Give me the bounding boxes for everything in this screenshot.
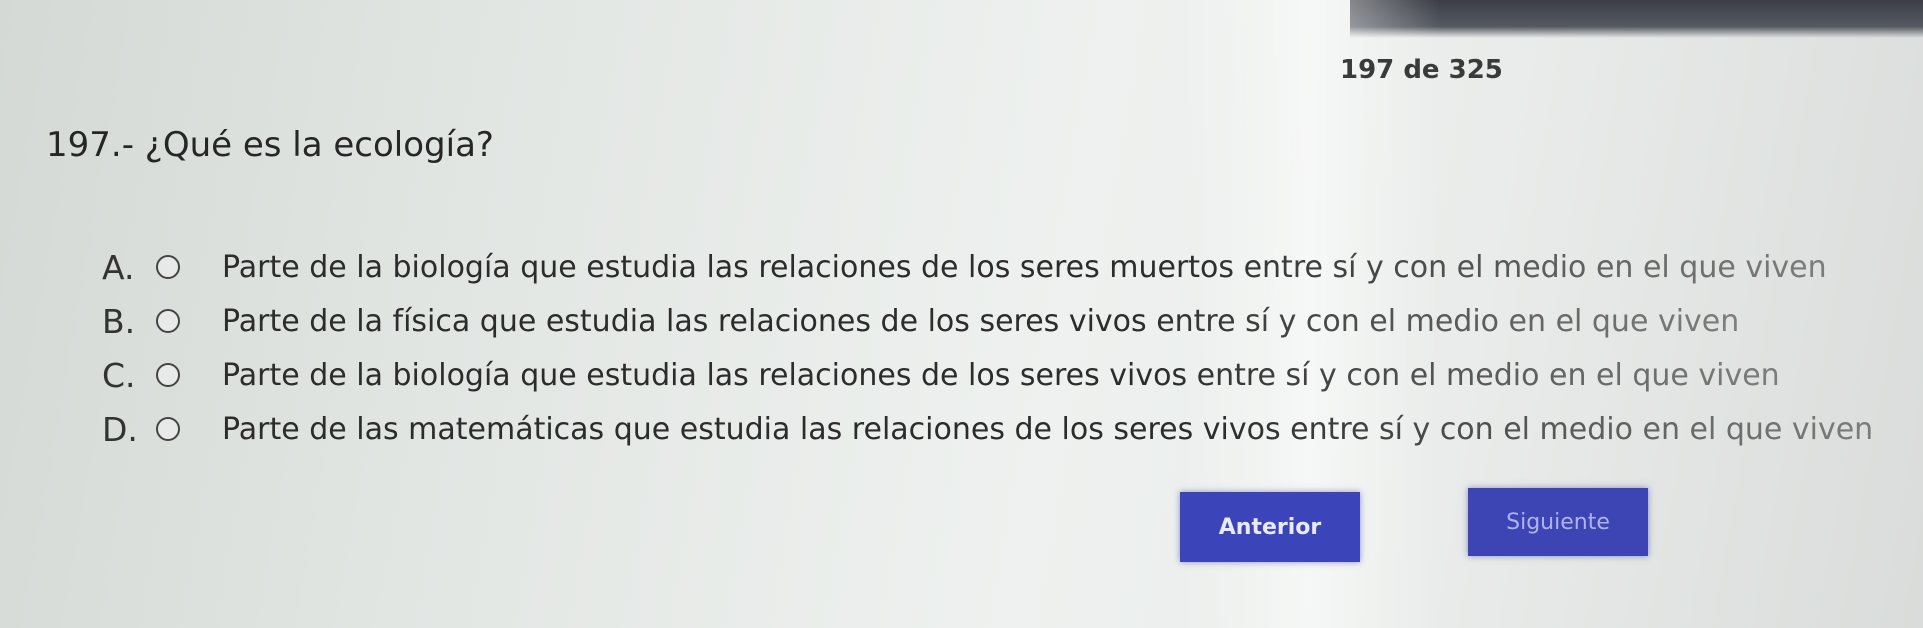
option-text: Parte de la biología que estudia las rel… (222, 249, 1827, 285)
option-text: Parte de las matemáticas que estudia las… (222, 411, 1874, 447)
option-letter: A. (102, 247, 135, 287)
option-b[interactable]: B. Parte de la física que estudia las re… (102, 294, 1923, 348)
option-letter: C. (102, 355, 136, 395)
next-button[interactable]: Siguiente (1468, 488, 1648, 556)
option-a[interactable]: A. Parte de la biología que estudia las … (102, 240, 1923, 294)
radio-button[interactable] (156, 309, 180, 333)
option-text: Parte de la física que estudia las relac… (222, 303, 1740, 339)
radio-button[interactable] (156, 255, 180, 279)
answer-options: A. Parte de la biología que estudia las … (102, 240, 1923, 456)
option-letter: D. (102, 409, 138, 449)
radio-button[interactable] (156, 363, 180, 387)
option-letter: B. (102, 301, 136, 341)
previous-button[interactable]: Anterior (1180, 492, 1360, 562)
option-text: Parte de la biología que estudia las rel… (222, 357, 1780, 393)
radio-button[interactable] (156, 417, 180, 441)
question-title: 197.- ¿Qué es la ecología? (46, 125, 494, 165)
option-d[interactable]: D. Parte de las matemáticas que estudia … (102, 402, 1923, 456)
question-counter: 197 de 325 (1340, 55, 1503, 85)
option-c[interactable]: C. Parte de la biología que estudia las … (102, 348, 1923, 402)
window-top-bar (1350, 0, 1923, 38)
